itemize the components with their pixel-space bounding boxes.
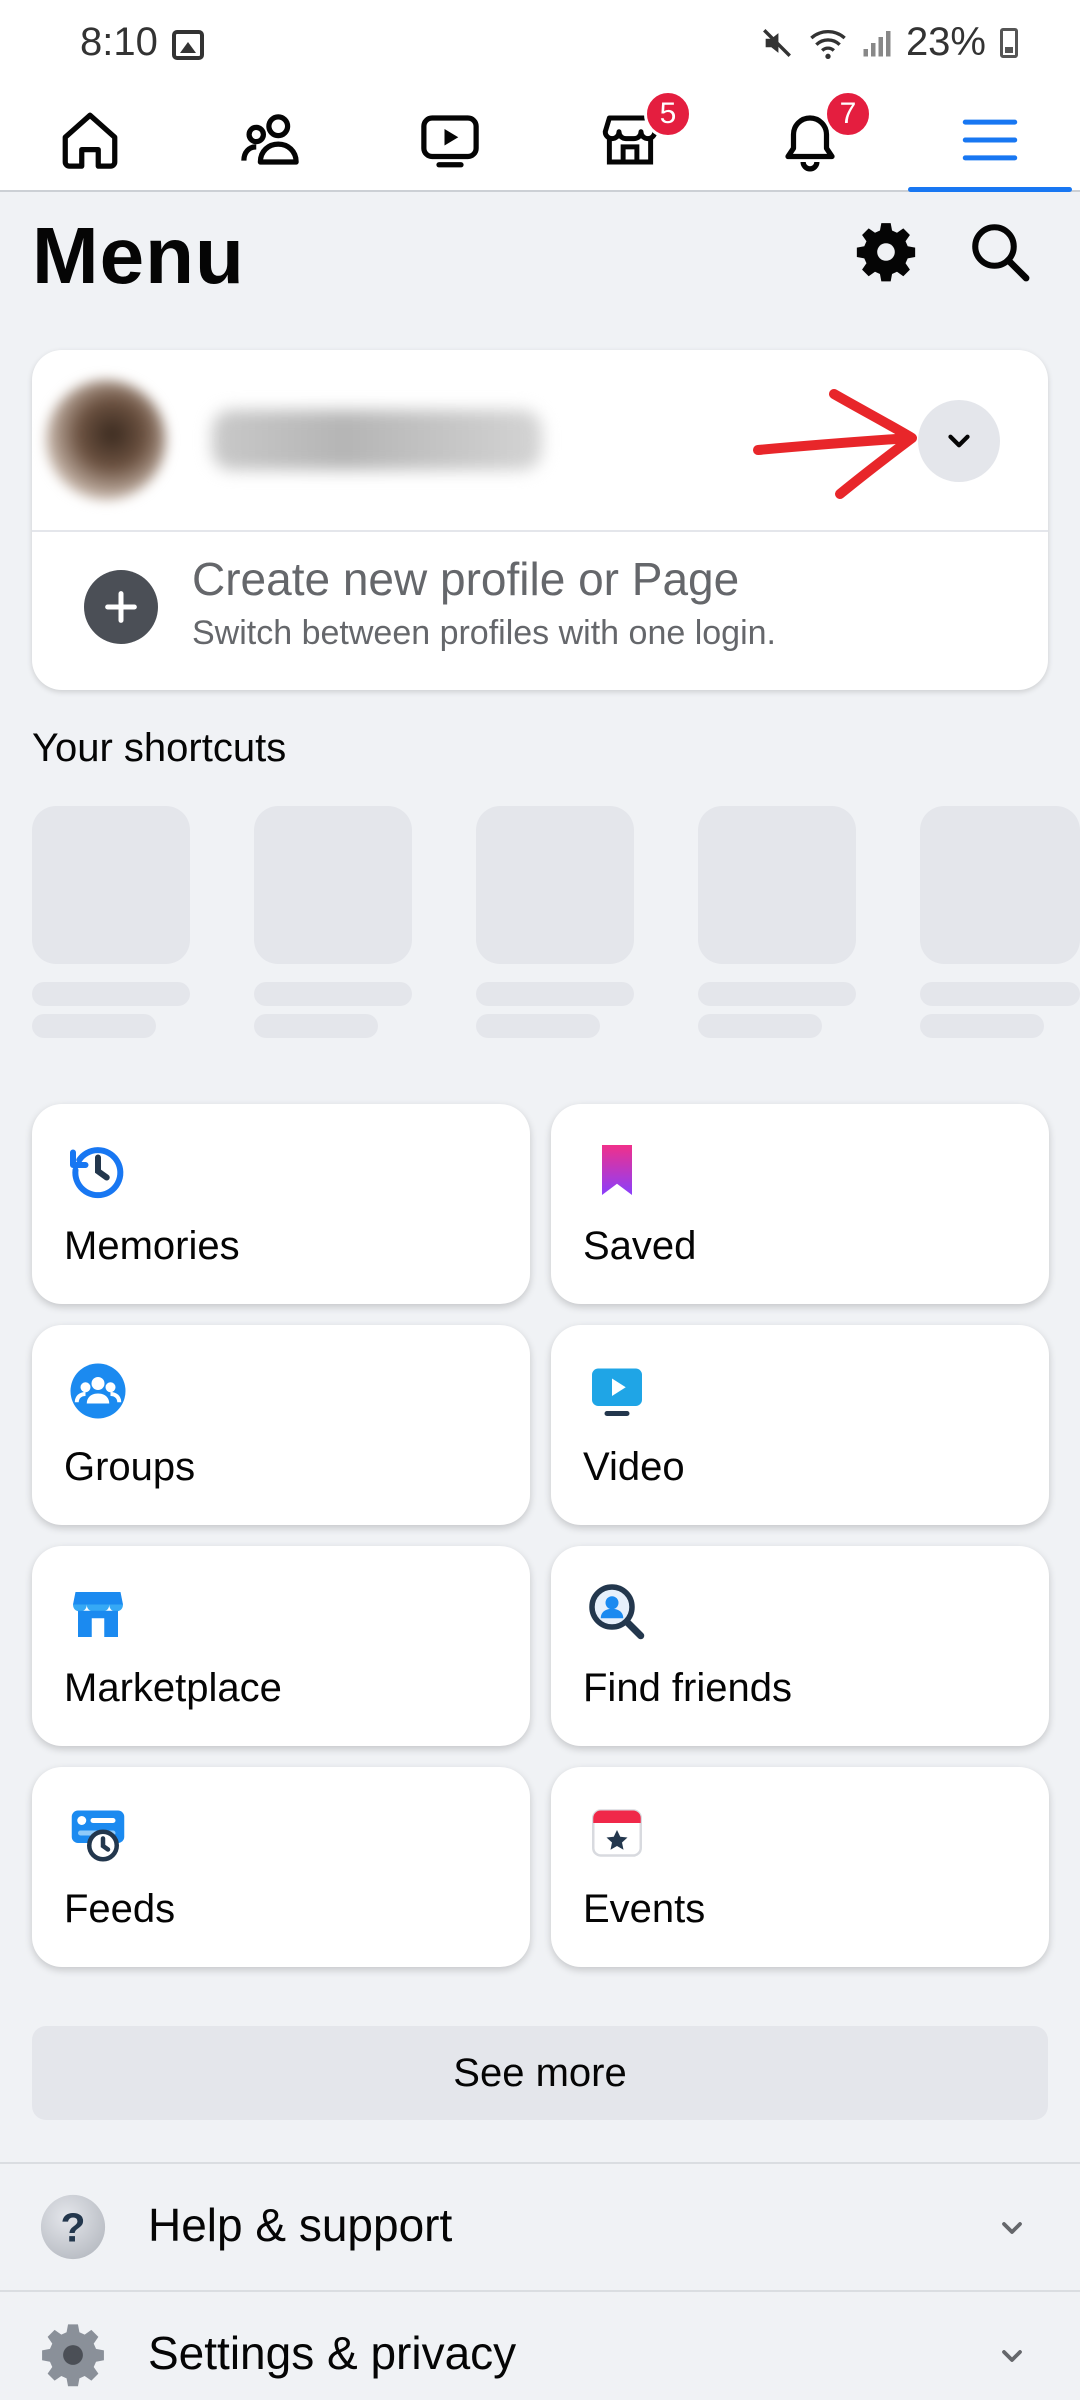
video-icon (592, 1368, 642, 1416)
search-icon (972, 224, 1030, 282)
menu-card-saved[interactable]: Saved (551, 1104, 1049, 1304)
marketplace-badge: 5 (644, 90, 692, 138)
wifi-icon (810, 29, 846, 59)
menu-card-label: Find friends (583, 1666, 792, 1710)
feeds-icon (71, 1810, 125, 1862)
page-title: Menu (32, 211, 245, 300)
nav-friends[interactable] (180, 90, 360, 190)
nav-video[interactable] (360, 90, 540, 190)
shortcut-placeholder[interactable] (476, 806, 634, 1038)
battery-icon (1000, 27, 1018, 58)
status-bar: 8:10 23% (0, 0, 1080, 90)
mute-icon (762, 28, 791, 57)
status-right: 23% (760, 20, 1018, 65)
video-icon (421, 115, 479, 168)
nav-menu[interactable] (900, 90, 1080, 192)
switch-profile-button[interactable] (918, 400, 1000, 482)
help-support-label: Help & support (148, 2199, 453, 2251)
create-profile-row[interactable]: Create new profile or Page Switch betwee… (32, 532, 1048, 690)
chevron-down-icon (1002, 2222, 1022, 2234)
see-more-button[interactable]: See more (32, 2026, 1048, 2120)
shortcuts-heading: Your shortcuts (32, 726, 287, 770)
gallery-notification-icon (172, 30, 204, 60)
menu-card-video[interactable]: Video (551, 1325, 1049, 1525)
annotation-arrow-icon (753, 389, 917, 499)
menu-card-label: Video (583, 1445, 685, 1489)
menu-card-label: Memories (64, 1224, 240, 1268)
settings-icon (42, 2324, 104, 2387)
shortcut-placeholder[interactable] (698, 806, 856, 1038)
menu-card-memories[interactable]: Memories (32, 1104, 530, 1304)
menu-card-label: Marketplace (64, 1666, 282, 1710)
shortcut-placeholder[interactable] (920, 806, 1080, 1038)
menu-card-feeds[interactable]: Feeds (32, 1767, 530, 1967)
find-friends-icon (589, 1584, 645, 1640)
battery-percent: 23% (905, 20, 986, 64)
nav-marketplace[interactable]: 5 (540, 90, 720, 190)
settings-button[interactable] (852, 218, 920, 286)
create-profile-subtitle: Switch between profiles with one login. (192, 614, 776, 652)
home-icon (62, 112, 118, 169)
notifications-badge: 7 (824, 90, 872, 138)
marketplace-icon (73, 1592, 123, 1637)
top-nav: 5 7 (0, 90, 1080, 192)
svg-text:?: ? (61, 2205, 86, 2251)
groups-icon (70, 1363, 126, 1419)
nav-notifications[interactable]: 7 (720, 90, 900, 190)
menu-card-marketplace[interactable]: Marketplace (32, 1546, 530, 1746)
settings-privacy-row[interactable]: Settings & privacy (0, 2290, 1080, 2400)
chevron-down-icon (948, 434, 970, 448)
gear-icon (856, 223, 916, 282)
nav-home[interactable] (0, 90, 180, 190)
menu-card-label: Saved (583, 1224, 697, 1268)
shortcut-placeholder[interactable] (254, 806, 412, 1038)
menu-card-find-friends[interactable]: Find friends (551, 1546, 1049, 1746)
menu-card-events[interactable]: Events (551, 1767, 1049, 1967)
menu-card-label: Groups (64, 1445, 196, 1489)
hamburger-icon (962, 119, 1018, 161)
profile-card: Create new profile or Page Switch betwee… (32, 350, 1048, 690)
status-time: 8:10 (80, 20, 158, 64)
help-support-row[interactable]: ? Help & support (0, 2162, 1080, 2288)
create-profile-title: Create new profile or Page (192, 553, 740, 605)
friends-icon (241, 114, 299, 165)
search-button[interactable] (966, 218, 1034, 286)
menu-card-label: Feeds (64, 1887, 176, 1931)
memories-icon (70, 1147, 124, 1199)
avatar[interactable] (46, 380, 166, 500)
settings-privacy-label: Settings & privacy (148, 2327, 517, 2379)
plus-icon (84, 570, 158, 644)
chevron-down-icon (1002, 2350, 1022, 2362)
events-icon (592, 1809, 642, 1857)
signal-icon (863, 30, 891, 56)
profile-name-redacted[interactable] (212, 410, 542, 470)
menu-card-label: Events (583, 1887, 706, 1931)
shortcut-placeholder[interactable] (32, 806, 190, 1038)
saved-icon (602, 1145, 632, 1195)
menu-card-groups[interactable]: Groups (32, 1325, 530, 1525)
help-icon: ? (40, 2194, 106, 2260)
